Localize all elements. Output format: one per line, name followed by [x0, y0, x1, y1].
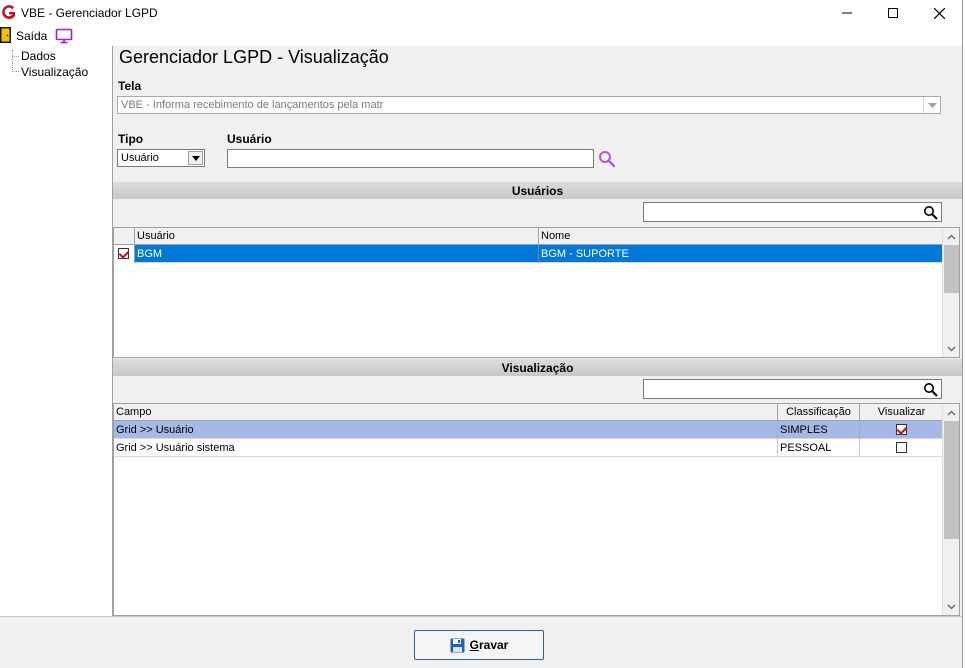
column-header-select	[114, 228, 135, 245]
table-row[interactable]: Grid >> Usuário SIMPLES	[114, 421, 943, 439]
close-button[interactable]	[916, 0, 962, 26]
cell-nome: BGM - SUPORTE	[541, 248, 629, 260]
usuario-label: Usuário	[227, 132, 272, 146]
usuario-input[interactable]	[227, 149, 594, 168]
tipo-select-value: Usuário	[121, 152, 159, 164]
usuarios-scrollbar[interactable]	[942, 228, 959, 357]
tela-select-value: VBE - Informa recebimento de lançamentos…	[121, 99, 384, 111]
minimize-button[interactable]	[824, 0, 870, 26]
scroll-up-icon[interactable]	[943, 228, 959, 245]
column-header-campo[interactable]: Campo	[114, 404, 778, 421]
visualizacao-scrollbar[interactable]	[942, 404, 959, 615]
search-icon[interactable]	[923, 205, 938, 220]
save-button[interactable]: Gravar	[414, 630, 544, 660]
column-header-usuario[interactable]: Usuário	[135, 228, 539, 245]
exit-menu-item[interactable]: Saída	[16, 29, 47, 43]
usuarios-grid-header: Usuário Nome	[114, 228, 943, 245]
tree-connector	[12, 71, 19, 72]
footer-bar: Gravar	[0, 616, 962, 668]
page-title: Gerenciador LGPD - Visualização	[119, 47, 389, 67]
navigation-tree: Dados Visualização	[0, 46, 113, 616]
cell-visualizar[interactable]	[860, 421, 943, 439]
visualizacao-filter-input[interactable]	[643, 379, 942, 399]
table-row[interactable]: Grid >> Usuário sistema PESSOAL	[114, 439, 943, 457]
scroll-down-icon[interactable]	[943, 598, 959, 615]
chevron-down-icon[interactable]	[923, 97, 940, 113]
column-header-visualizar[interactable]: Visualizar	[860, 404, 943, 421]
minimize-icon	[842, 12, 852, 14]
tipo-label: Tipo	[118, 132, 144, 146]
close-icon	[933, 7, 945, 19]
usuarios-grid: Usuário Nome BGM BGM - SUPORTE	[113, 227, 960, 358]
tree-item-dados[interactable]: Dados	[21, 49, 56, 63]
cell-classificacao: SIMPLES	[778, 421, 860, 439]
tree-connector	[12, 56, 19, 57]
window-title: VBE - Gerenciador LGPD	[21, 6, 158, 20]
visualizacao-grid: Campo Classificação Visualizar Grid >> U…	[113, 403, 960, 616]
cell-campo: Grid >> Usuário	[114, 421, 778, 439]
cell-visualizar[interactable]	[860, 439, 943, 457]
usuarios-filter-input[interactable]	[643, 202, 942, 222]
usuarios-section-header: Usuários	[113, 182, 962, 199]
row-checkbox-cell[interactable]	[114, 245, 135, 263]
monitor-icon[interactable]	[55, 28, 73, 44]
title-bar: VBE - Gerenciador LGPD	[0, 0, 962, 26]
visualizacao-grid-header: Campo Classificação Visualizar	[114, 404, 943, 421]
chevron-down-icon[interactable]	[188, 151, 203, 165]
maximize-icon	[888, 8, 898, 18]
cell-classificacao: PESSOAL	[778, 439, 860, 457]
search-icon[interactable]	[598, 150, 616, 168]
row-checkbox[interactable]	[118, 248, 129, 259]
save-button-label: Gravar	[470, 638, 509, 652]
scroll-up-icon[interactable]	[943, 404, 959, 421]
cell-usuario: BGM	[135, 245, 539, 263]
save-mnemonic: G	[469, 638, 479, 652]
visualizacao-section-header: Visualização	[113, 359, 962, 376]
table-row[interactable]: BGM BGM - SUPORTE	[114, 245, 943, 263]
tela-select[interactable]: VBE - Informa recebimento de lançamentos…	[117, 96, 941, 114]
main-panel: Gerenciador LGPD - Visualização Tela VBE…	[113, 46, 962, 616]
search-icon[interactable]	[923, 382, 938, 397]
cell-campo: Grid >> Usuário sistema	[114, 439, 778, 457]
save-label-rest: ravar	[478, 638, 509, 652]
visualizar-checkbox[interactable]	[896, 424, 907, 435]
tree-connector	[12, 50, 13, 70]
tela-label: Tela	[118, 79, 142, 93]
floppy-disk-icon	[450, 638, 465, 652]
scrollbar-thumb[interactable]	[944, 245, 959, 293]
scroll-down-icon[interactable]	[943, 340, 959, 357]
menu-bar: Saída	[0, 26, 962, 46]
maximize-button[interactable]	[870, 0, 916, 26]
scrollbar-thumb[interactable]	[944, 421, 959, 539]
column-header-classificacao[interactable]: Classificação	[778, 404, 860, 421]
tree-item-visualizacao[interactable]: Visualização	[21, 65, 88, 79]
app-logo-icon	[2, 5, 15, 20]
exit-door-icon[interactable]	[0, 27, 11, 43]
column-header-nome[interactable]: Nome	[539, 228, 943, 245]
tipo-select[interactable]: Usuário	[117, 149, 205, 167]
visualizar-checkbox[interactable]	[896, 442, 907, 453]
